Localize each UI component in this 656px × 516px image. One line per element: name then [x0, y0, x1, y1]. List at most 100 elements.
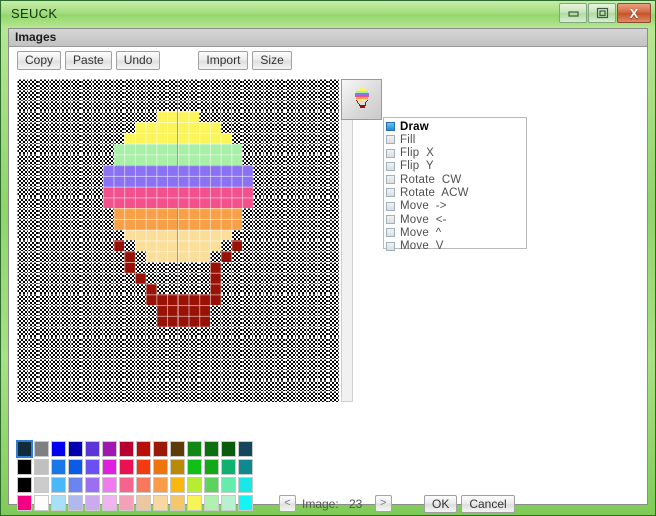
pixel-cell[interactable] — [178, 294, 189, 306]
pixel-cell[interactable] — [285, 132, 297, 144]
pixel-cell[interactable] — [145, 369, 157, 381]
pixel-cell[interactable] — [17, 391, 28, 402]
pixel-cell[interactable] — [156, 315, 168, 327]
pixel-cell[interactable] — [70, 100, 82, 112]
pixel-cell[interactable] — [253, 186, 264, 198]
pixel-cell[interactable] — [263, 208, 275, 219]
pixel-cell[interactable] — [92, 283, 103, 295]
pixel-cell[interactable] — [59, 218, 71, 230]
pixel-cell[interactable] — [220, 251, 232, 263]
pixel-cell[interactable] — [199, 100, 211, 112]
pixel-cell[interactable] — [188, 132, 200, 144]
pixel-cell[interactable] — [145, 218, 157, 230]
pixel-cell[interactable] — [49, 294, 60, 306]
pixel-cell[interactable] — [285, 251, 297, 263]
pixel-cell[interactable] — [274, 186, 286, 198]
tab-images[interactable]: Images — [9, 29, 64, 46]
pixel-cell[interactable] — [167, 208, 178, 219]
pixel-cell[interactable] — [253, 326, 264, 338]
pixel-cell[interactable] — [17, 369, 28, 381]
pixel-cell[interactable] — [317, 240, 329, 252]
palette-swatch[interactable] — [102, 459, 117, 475]
pixel-cell[interactable] — [102, 358, 114, 370]
pixel-cell[interactable] — [135, 358, 146, 370]
tool-option-fill[interactable]: Fill — [386, 133, 526, 146]
pixel-cell[interactable] — [92, 326, 103, 338]
pixel-cell[interactable] — [242, 154, 254, 166]
pixel-cell[interactable] — [145, 154, 157, 166]
color-palette[interactable] — [16, 440, 255, 513]
pixel-cell[interactable] — [274, 111, 286, 123]
pixel-cell[interactable] — [70, 165, 82, 176]
palette-swatch[interactable] — [187, 477, 202, 493]
pixel-cell[interactable] — [231, 348, 243, 359]
pixel-cell[interactable] — [317, 100, 329, 112]
pixel-cell[interactable] — [17, 251, 28, 263]
pixel-cell[interactable] — [317, 294, 329, 306]
pixel-cell[interactable] — [124, 369, 136, 381]
pixel-cell[interactable] — [296, 218, 307, 230]
pixel-cell[interactable] — [242, 251, 254, 263]
pixel-cell[interactable] — [145, 229, 157, 241]
pixel-cell[interactable] — [17, 283, 28, 295]
palette-swatch[interactable] — [34, 441, 49, 457]
pixel-cell[interactable] — [306, 240, 318, 252]
pixel-cell[interactable] — [38, 315, 50, 327]
pixel-cell[interactable] — [17, 218, 28, 230]
pixel-cell[interactable] — [210, 186, 221, 198]
pixel-cell[interactable] — [178, 100, 189, 112]
pixel-cell[interactable] — [124, 111, 136, 123]
pixel-cell[interactable] — [135, 369, 146, 381]
pixel-cell[interactable] — [145, 186, 157, 198]
pixel-cell[interactable] — [135, 208, 146, 219]
pixel-cell[interactable] — [210, 143, 221, 155]
tool-option-draw[interactable]: Draw — [386, 120, 526, 133]
pixel-cell[interactable] — [38, 358, 50, 370]
pixel-cell[interactable] — [145, 122, 157, 133]
pixel-cell[interactable] — [102, 175, 114, 187]
pixel-cell[interactable] — [92, 294, 103, 306]
pixel-cell[interactable] — [70, 348, 82, 359]
pixel-cell[interactable] — [263, 315, 275, 327]
pixel-cell[interactable] — [178, 348, 189, 359]
pixel-cell[interactable] — [102, 240, 114, 252]
pixel-grid[interactable] — [17, 79, 339, 402]
pixel-cell[interactable] — [113, 111, 125, 123]
pixel-cell[interactable] — [59, 283, 71, 295]
palette-swatch[interactable] — [136, 477, 151, 493]
pixel-cell[interactable] — [242, 326, 254, 338]
palette-swatch[interactable] — [170, 477, 185, 493]
pixel-cell[interactable] — [27, 154, 39, 166]
pixel-cell[interactable] — [253, 229, 264, 241]
palette-swatch[interactable] — [136, 495, 151, 511]
pixel-cell[interactable] — [167, 165, 178, 176]
pixel-cell[interactable] — [124, 132, 136, 144]
pixel-cell[interactable] — [156, 154, 168, 166]
pixel-cell[interactable] — [285, 272, 297, 284]
pixel-cell[interactable] — [317, 79, 329, 90]
pixel-cell[interactable] — [328, 143, 339, 155]
pixel-cell[interactable] — [49, 337, 60, 349]
pixel-cell[interactable] — [199, 369, 211, 381]
pixel-cell[interactable] — [296, 165, 307, 176]
pixel-cell[interactable] — [328, 79, 339, 90]
pixel-cell[interactable] — [263, 165, 275, 176]
pixel-cell[interactable] — [81, 262, 93, 273]
pixel-cell[interactable] — [124, 380, 136, 392]
pixel-cell[interactable] — [27, 326, 39, 338]
palette-swatch[interactable] — [153, 459, 168, 475]
pixel-cell[interactable] — [92, 79, 103, 90]
pixel-cell[interactable] — [188, 208, 200, 219]
pixel-cell[interactable] — [145, 348, 157, 359]
pixel-cell[interactable] — [274, 380, 286, 392]
pixel-cell[interactable] — [231, 294, 243, 306]
pixel-cell[interactable] — [135, 229, 146, 241]
pixel-cell[interactable] — [135, 175, 146, 187]
pixel-cell[interactable] — [102, 326, 114, 338]
pixel-cell[interactable] — [253, 240, 264, 252]
pixel-cell[interactable] — [167, 122, 178, 133]
pixel-cell[interactable] — [92, 175, 103, 187]
pixel-cell[interactable] — [231, 132, 243, 144]
pixel-cell[interactable] — [124, 165, 136, 176]
pixel-cell[interactable] — [113, 337, 125, 349]
